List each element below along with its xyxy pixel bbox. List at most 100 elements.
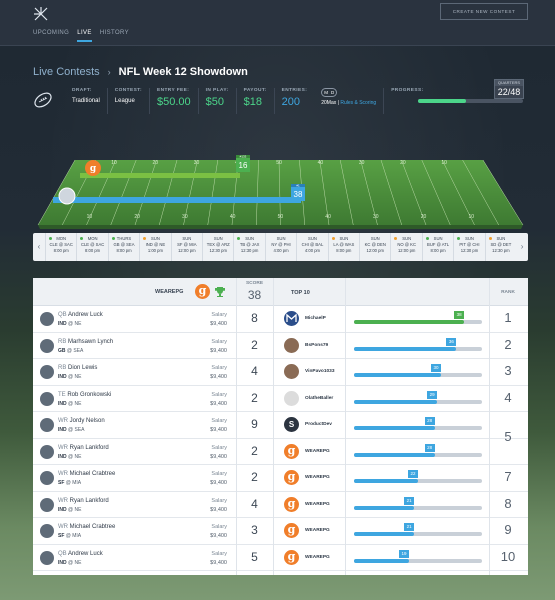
player2-flag-label: #1 <box>296 184 300 188</box>
schedule-game[interactable]: SUN PIT @ CHI 12:30 pm <box>453 233 484 261</box>
chevron-right-icon[interactable]: › <box>516 233 528 261</box>
toggle-m[interactable]: M <box>324 90 328 95</box>
schedule-game[interactable]: SUN BUF @ ATL 8:00 pm <box>421 233 453 261</box>
table-row[interactable]: WR Ryan Lankford IND @ NE Salary $9,400 2 g WE… <box>33 439 528 465</box>
table-row[interactable]: RB Dion Lewis IND @ NE Salary $9,400 4 VinPav… <box>33 359 528 386</box>
schedule-game[interactable]: SUN NO @ KC 12:00 pm <box>390 233 421 261</box>
opponent-name[interactable]: WEAREPG <box>305 475 330 480</box>
player-score: 2 <box>251 470 258 484</box>
main-nav: UPCOMING LIVE HISTORY <box>33 30 129 42</box>
table-row[interactable]: WR Ryan Lankford IND @ NE Salary $9,400 4 g WE… <box>33 492 528 518</box>
in-play-value: $50 <box>205 96 224 108</box>
opponent-name[interactable]: WEAREPG <box>305 555 330 560</box>
game-time: 8:00 pm <box>430 248 446 253</box>
mode-toggle[interactable]: M D <box>321 88 338 97</box>
yard-number: 40 <box>230 214 236 220</box>
schedule-game[interactable]: SUN NY @ PHI 4:00 pm <box>264 233 296 261</box>
opponent-name[interactable]: WEAREPG <box>305 528 330 533</box>
score-bar <box>354 346 482 351</box>
player-team: IND @ SEA <box>58 427 85 433</box>
rank-value: 2 <box>504 336 512 352</box>
schedule-game[interactable]: SUN KC @ DEN 12:00 pm <box>359 233 390 261</box>
opponent-name[interactable]: BsPons79 <box>305 343 328 348</box>
opponent-name[interactable]: OlatheBaller <box>305 396 333 401</box>
player-name[interactable]: WR Michael Crabtree <box>58 524 115 530</box>
yard-number: 20 <box>421 214 427 220</box>
player-name[interactable]: WR Ryan Lankford <box>58 498 109 504</box>
table-row[interactable]: WR Michael Crabtree SF @ MIA Salary $9,400 3… <box>33 518 528 545</box>
opponent-name[interactable]: VinPavo1033 <box>305 369 335 374</box>
table-row[interactable]: WR Jordy Nelson IND @ SEA Salary $9,400 9 S Pr… <box>33 412 528 444</box>
score-bar-fill <box>354 346 457 351</box>
player-name[interactable]: RB Marhsawn Lynch <box>58 339 113 345</box>
game-time: 12:30 pm <box>209 248 227 253</box>
table-row[interactable]: TE Rob Gronkowski IND @ NE Salary $9,400 2 Ol… <box>33 386 528 412</box>
yard-number: 20 <box>134 214 140 220</box>
toggle-d[interactable]: D <box>331 90 334 95</box>
header-top10: TOP 10 <box>291 290 310 296</box>
yard-number: 30 <box>182 214 188 220</box>
field-edge <box>38 225 523 229</box>
table-row[interactable]: RB Marhsawn Lynch GB @ SEA Salary $9,400 2 Bs… <box>33 333 528 359</box>
score-bar-fill <box>354 426 435 430</box>
salary-label: Salary <box>211 391 227 398</box>
score-flag: 36 <box>446 337 457 346</box>
g-avatar-icon: g <box>284 443 299 459</box>
rank-value: 7 <box>504 469 512 484</box>
contest-col: CONTEST: League <box>106 88 149 114</box>
player1-flag-label: #133 <box>240 155 247 159</box>
player-avatar-icon <box>40 418 54 432</box>
table-row[interactable]: WR Michael Crabtree SF @ MIA Salary $9,400 2… <box>33 465 528 492</box>
schedule-game[interactable]: SUN SF @ MIA 12:00 pm <box>170 233 202 261</box>
rank-value: 10 <box>500 548 516 564</box>
progress-fill <box>418 99 467 103</box>
schedule-game[interactable]: THURS GB @ SEA 8:00 pm <box>107 233 139 261</box>
chevron-left-icon[interactable]: ‹ <box>33 233 45 261</box>
player-name[interactable]: RB Dion Lewis <box>58 365 97 371</box>
entries-label: ENTRIES: <box>281 88 308 93</box>
schedule-game[interactable]: SUN IND @ NE 1:00 pm <box>139 233 170 261</box>
game-time: 12:00 pm <box>178 248 196 253</box>
status-dot-icon <box>425 237 429 240</box>
schedule-game[interactable]: MON CLE @ SAC 8:00 pm <box>45 233 76 261</box>
schedule-game[interactable]: SUN TB @ JAX 12:30 pm <box>233 233 264 261</box>
game-time: 12:00 pm <box>366 248 384 253</box>
schedule-game[interactable]: SUN SD @ DET 12:30 pm <box>484 233 516 261</box>
opponent-name[interactable]: WEAREPG <box>305 502 330 507</box>
player-score: 2 <box>251 337 258 352</box>
opponent-name[interactable]: ProductDev <box>305 422 332 427</box>
rules-link[interactable]: Rules & Scoring <box>340 100 376 106</box>
game-time: 4:00 pm <box>273 248 289 253</box>
nav-live[interactable]: LIVE <box>77 30 92 42</box>
game-time: 8:00 pm <box>116 248 132 253</box>
table-row[interactable]: QB Andrew Luck IND @ NE Salary $9,400 8 Micha… <box>33 306 528 333</box>
score-flag: 22 <box>408 470 418 478</box>
player-name[interactable]: WR Jordy Nelson <box>58 418 105 424</box>
game-time: 8:00 pm <box>53 248 69 253</box>
schedule-game[interactable]: MON CLE @ SAC 8:00 pm <box>76 233 107 261</box>
nav-upcoming[interactable]: UPCOMING <box>33 30 69 42</box>
schedule-game[interactable]: SUN CHI @ BAL 4:00 pm <box>296 233 327 261</box>
table-header: WEAREPG g SCORE 38 TOP 10 RANK <box>33 278 528 306</box>
game-time: 4:00 pm <box>304 248 321 253</box>
opponent-name[interactable]: WEAREPG <box>305 449 330 454</box>
breadcrumb-section[interactable]: Live Contests <box>33 66 100 78</box>
header-score-value: 38 <box>247 288 262 302</box>
player-name[interactable]: TE Rob Gronkowski <box>58 392 111 398</box>
player-name[interactable]: WR Ryan Lankford <box>58 445 109 451</box>
player-name[interactable]: QB Andrew Luck <box>58 312 103 318</box>
player-name[interactable]: WR Michael Crabtree <box>58 471 115 477</box>
create-contest-button[interactable]: CREATE NEW CONTEST <box>440 3 528 20</box>
schedule-game[interactable]: SUN LA @ WAS 8:00 pm <box>327 233 359 261</box>
score-flag: 28 <box>424 417 435 425</box>
table-row[interactable]: QB Andrew Luck IND @ NE Salary $9,400 5 g WEAR… <box>33 545 528 571</box>
score-flag: 19 <box>399 549 410 558</box>
header-score-label: SCORE <box>245 281 264 286</box>
game-time: 12:30 pm <box>240 248 259 253</box>
chevron-right-icon: › <box>107 67 111 77</box>
player-avatar-icon <box>40 550 54 565</box>
schedule-game[interactable]: SUN TEX @ ARZ 12:30 pm <box>202 233 233 261</box>
nav-history[interactable]: HISTORY <box>100 30 129 42</box>
player-name[interactable]: QB Andrew Luck <box>58 551 103 557</box>
opponent-name[interactable]: MichaelP <box>305 316 326 321</box>
